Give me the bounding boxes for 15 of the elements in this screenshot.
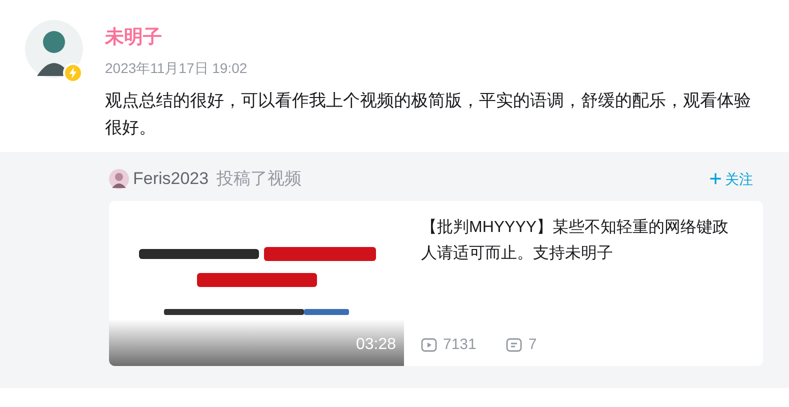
avatar — [25, 20, 83, 78]
play-count: 7131 — [443, 334, 476, 354]
repost-action: 投稿了视频 — [216, 168, 302, 190]
comment-text: 观点总结的很好，可以看作我上个视频的极简版，平实的语调，舒缓的配乐，观看体验很好。 — [105, 90, 752, 139]
video-duration: 03:28 — [356, 335, 396, 355]
comment-count-icon — [506, 336, 522, 353]
author-avatar — [109, 169, 129, 189]
video-card[interactable]: 03:28 【批判MHYYYY】某些不知轻重的网络键政人请适可而止。支持未明子 7131 7 — [109, 201, 763, 366]
play-count-icon — [421, 336, 437, 353]
video-title[interactable]: 【批判MHYYYY】某些不知轻重的网络键政人请适可而止。支持未明子 — [421, 215, 743, 267]
comment-date: 2023年11月17日 19:02 — [105, 59, 248, 78]
follow-button[interactable]: +关注 — [709, 168, 753, 190]
lightning-badge-icon — [63, 63, 83, 83]
repost-author[interactable]: Feris2023 — [133, 166, 209, 192]
comment-count: 7 — [528, 334, 537, 354]
